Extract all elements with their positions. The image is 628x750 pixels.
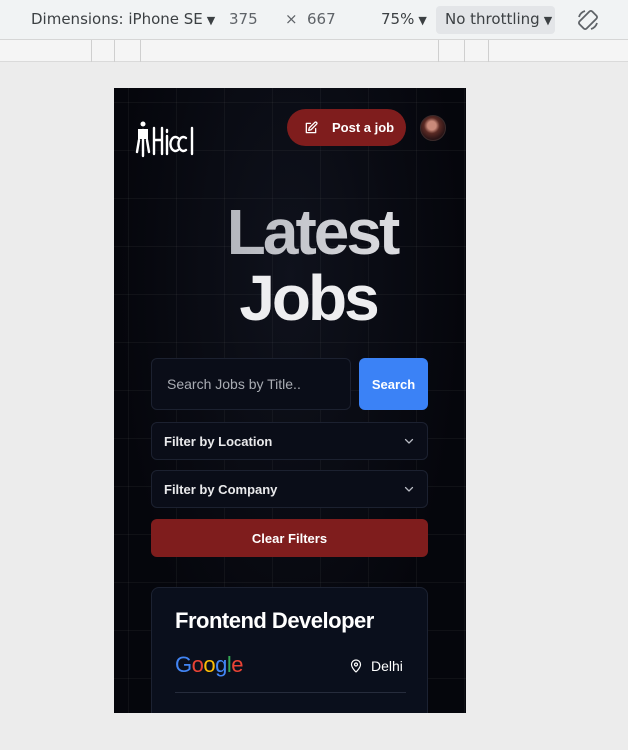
company-logo: Google — [175, 652, 244, 678]
company-letter: g — [215, 652, 227, 677]
post-job-label: Post a job — [332, 120, 395, 135]
media-query-ruler — [0, 40, 628, 62]
chevron-down-icon — [404, 438, 414, 444]
dimensions-label: Dimensions: iPhone SE — [31, 10, 203, 28]
company-filter-label: Filter by Company — [164, 481, 278, 497]
dimensions-dropdown[interactable]: Dimensions: iPhone SE ▼ — [31, 10, 215, 28]
search-input[interactable] — [151, 358, 351, 410]
company-letter: o — [203, 652, 216, 677]
card-divider — [175, 692, 406, 693]
search-button[interactable]: Search — [359, 358, 428, 410]
caret-down-icon: ▼ — [418, 14, 427, 27]
location-filter-select[interactable]: Filter by Location — [151, 422, 428, 460]
job-location-label: Delhi — [371, 658, 403, 674]
clear-filters-button[interactable]: Clear Filters — [151, 519, 428, 557]
logo-icon[interactable] — [134, 120, 194, 160]
rotate-icon[interactable] — [576, 8, 600, 32]
job-title: Frontend Developer — [175, 608, 374, 633]
devtools-toolbar: Dimensions: iPhone SE ▼ 375 × 667 75% ▼ No… — [0, 0, 628, 40]
job-card[interactable]: Frontend Developer Google Delhi — [151, 587, 428, 713]
times-sign: × — [285, 10, 298, 28]
caret-down-icon: ▼ — [543, 14, 553, 27]
post-job-button[interactable]: Post a job — [287, 109, 406, 146]
device-viewport: Post a job Latest Jobs Search Filter by … — [114, 88, 466, 713]
edit-icon — [305, 120, 318, 133]
company-letter: G — [175, 652, 192, 677]
location-filter-label: Filter by Location — [164, 433, 273, 449]
page-title-line-1: Latest — [136, 200, 466, 264]
job-location: Delhi — [350, 658, 403, 674]
chevron-down-icon — [404, 486, 414, 492]
avatar[interactable] — [420, 115, 446, 141]
zoom-dropdown[interactable]: 75% ▼ — [381, 10, 427, 28]
height-field[interactable]: 667 — [307, 10, 336, 28]
company-letter: o — [191, 652, 204, 677]
caret-down-icon: ▼ — [206, 14, 216, 27]
map-pin-icon — [350, 659, 362, 673]
company-letter: e — [231, 652, 244, 677]
throttling-label: No throttling — [445, 10, 540, 28]
width-field[interactable]: 375 — [229, 10, 258, 28]
zoom-label: 75% — [381, 10, 415, 28]
company-filter-select[interactable]: Filter by Company — [151, 470, 428, 508]
page-title-line-2: Jobs — [239, 262, 379, 334]
throttling-value: No throttling ▼ — [445, 10, 552, 28]
